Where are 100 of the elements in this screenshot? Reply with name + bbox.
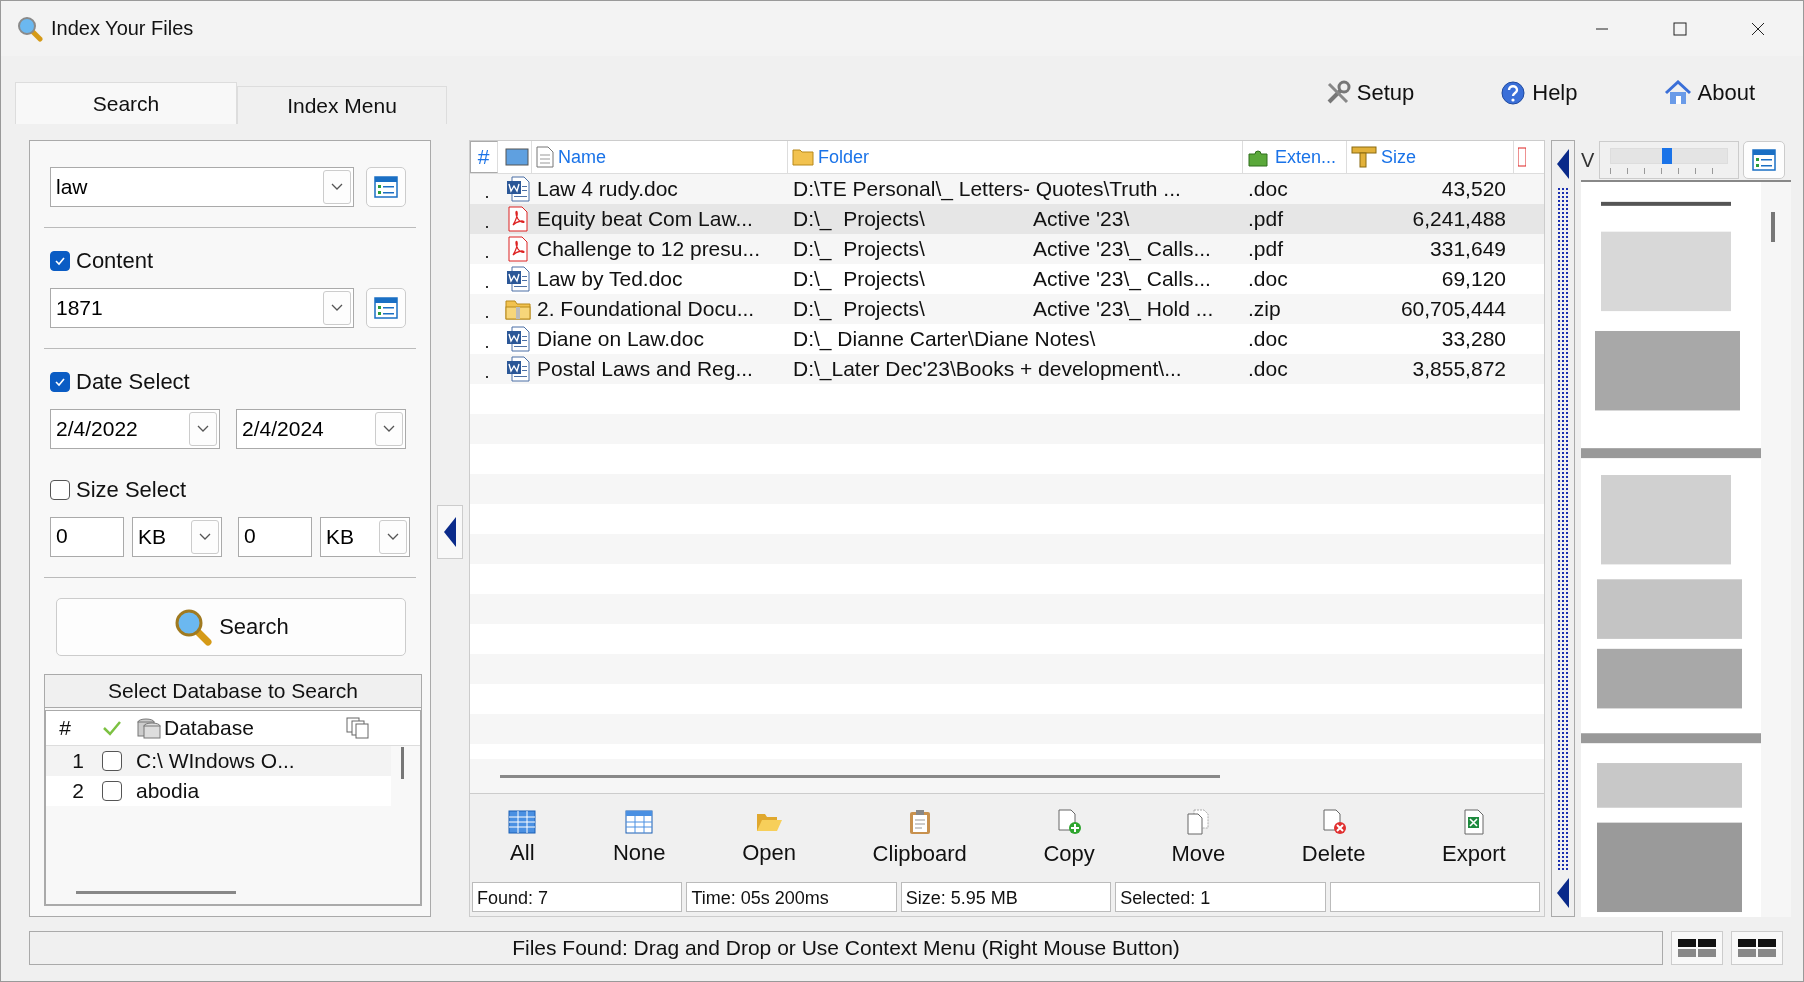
caret-icon bbox=[197, 425, 209, 433]
checkbox[interactable] bbox=[102, 781, 122, 801]
column-header[interactable]: Name bbox=[532, 141, 788, 173]
zoom-slider[interactable] bbox=[1610, 148, 1728, 164]
caret-icon bbox=[383, 425, 395, 433]
zip-folder-icon bbox=[504, 297, 531, 321]
word-document-icon bbox=[505, 266, 530, 292]
checkbox[interactable] bbox=[50, 480, 70, 500]
status-field: Found: 7 bbox=[472, 882, 683, 912]
table-cell-text: Challenge to 12 presu... bbox=[536, 237, 761, 261]
database-name[interactable]: C:\ WIndows O... bbox=[130, 749, 346, 773]
section-header: Select Database to Search bbox=[45, 675, 421, 708]
maximize-icon[interactable] bbox=[1673, 21, 1687, 36]
search-field[interactable]: law bbox=[50, 167, 354, 207]
table-cell-text: 43,520 bbox=[1440, 177, 1507, 201]
unit-dropdown[interactable]: KB bbox=[320, 517, 410, 557]
table-row[interactable]: Postal Laws and Reg... D:\_Later Dec'23\Books + development\... .doc 3,855,872 bbox=[470, 354, 1544, 384]
list-button[interactable] bbox=[1743, 141, 1785, 179]
clipboard-button[interactable]: Clipboard bbox=[866, 805, 973, 871]
collapse-arrow-icon[interactable] bbox=[1555, 876, 1571, 910]
table-cell-text: 60,705,444 bbox=[1399, 297, 1507, 321]
table-icon bbox=[625, 810, 654, 834]
column-header[interactable]: Size bbox=[1347, 141, 1514, 173]
checkbox[interactable] bbox=[50, 372, 70, 392]
checkbox[interactable] bbox=[50, 251, 70, 271]
checkbox-label: Date Select bbox=[76, 369, 190, 395]
status-bar: Files Found: Drag and Drop or Use Context Menu (Right Mouse Button) bbox=[29, 931, 1663, 965]
caret-icon bbox=[387, 533, 399, 541]
table-cell-text: 2. Foundational Docu... bbox=[536, 297, 756, 321]
collapse-arrow-icon[interactable] bbox=[1555, 147, 1571, 181]
table-cell-text: Law by Ted.doc bbox=[536, 267, 684, 291]
move-button[interactable]: Move bbox=[1165, 805, 1232, 871]
about-button[interactable]: About bbox=[1655, 76, 1763, 110]
table-cell-text: D:\_ Dianne Carter\Diane Notes\ bbox=[792, 327, 1097, 351]
none-button[interactable]: None bbox=[606, 806, 672, 870]
table-row[interactable]: 2. Foundational Docu... D:\_ Projects\ Active '23\_ Hold ... .zip 60,705,444 bbox=[470, 294, 1544, 324]
caret-icon bbox=[331, 183, 343, 191]
column-header[interactable]: Folder bbox=[788, 141, 1243, 173]
table-row[interactable]: Challenge to 12 presu... D:\_ Projects\ Active '23\_ Calls... .pdf 331,649 bbox=[470, 234, 1544, 264]
table-cell-text: Law 4 rudy.doc bbox=[536, 177, 679, 201]
collapse-button[interactable] bbox=[437, 504, 463, 559]
size-field[interactable]: 0 bbox=[238, 517, 312, 557]
table-cell-text: D:\_ Projects\ Active '23\_ Hold ... bbox=[792, 297, 1215, 321]
scrollbar[interactable] bbox=[76, 891, 236, 894]
tab[interactable]: Search bbox=[15, 82, 237, 124]
table-cell-text: Postal Laws and Reg... bbox=[536, 357, 754, 381]
checkbox-label: Size Select bbox=[76, 477, 187, 503]
table-row[interactable]: Equity beat Com Law... D:\_ Projects\ Active '23\ .pdf 6,241,488 bbox=[470, 204, 1544, 234]
layout-button[interactable] bbox=[1731, 931, 1783, 965]
scrollbar[interactable] bbox=[1771, 212, 1775, 242]
column-header[interactable]: Exten... bbox=[1243, 141, 1347, 173]
checkbox[interactable] bbox=[102, 751, 122, 771]
list-button[interactable] bbox=[366, 288, 406, 328]
content-field[interactable]: 1871 bbox=[50, 288, 354, 328]
copy-button[interactable]: Copy bbox=[1037, 805, 1101, 871]
table-cell-text: 6,241,488 bbox=[1411, 207, 1507, 231]
table-cell-text: Diane on Law.doc bbox=[536, 327, 705, 351]
close-icon[interactable] bbox=[1751, 21, 1765, 36]
word-document-icon bbox=[505, 356, 530, 382]
search-button[interactable]: Search bbox=[56, 598, 406, 656]
scrollbar[interactable] bbox=[500, 774, 1220, 778]
unit-dropdown[interactable]: KB bbox=[132, 517, 222, 557]
folder-icon bbox=[792, 148, 814, 166]
zoom-label: V bbox=[1581, 148, 1595, 172]
database-name[interactable]: abodia bbox=[130, 779, 346, 803]
scrollbar[interactable] bbox=[401, 747, 404, 779]
setup-button[interactable]: Setup bbox=[1316, 76, 1423, 110]
delete-button[interactable]: Delete bbox=[1295, 805, 1372, 871]
table-cell-text: D:\_ Projects\ Active '23\_ Calls... bbox=[792, 237, 1212, 261]
table-row[interactable]: Law 4 rudy.doc D:\TE Personal\_ Letters- Quotes\Truth ... .doc 43,520 bbox=[470, 174, 1544, 204]
splitter[interactable] bbox=[1551, 140, 1575, 917]
column-header[interactable]: # bbox=[46, 716, 94, 740]
status-field: Size: 5.95 MB bbox=[900, 882, 1112, 912]
all-button[interactable]: All bbox=[502, 806, 543, 870]
open-button[interactable]: Open bbox=[736, 806, 802, 870]
date-field[interactable]: 2/4/2022 bbox=[50, 409, 220, 449]
list-icon bbox=[374, 297, 398, 319]
date-field[interactable]: 2/4/2024 bbox=[236, 409, 406, 449]
search-icon bbox=[173, 607, 214, 647]
table-cell-text: D:\_ Projects\ Active '23\_ Calls... bbox=[792, 267, 1212, 291]
monitor-icon bbox=[504, 148, 529, 166]
column-header[interactable]: # bbox=[470, 141, 498, 173]
table-cell-text: .pdf bbox=[1247, 237, 1285, 261]
list-button[interactable] bbox=[366, 167, 406, 207]
copy-icon bbox=[346, 717, 370, 739]
help-button[interactable]: Help bbox=[1492, 76, 1586, 110]
table-cell-text: Equity beat Com Law... bbox=[536, 207, 754, 231]
pdf-icon bbox=[506, 236, 529, 262]
export-button[interactable]: Export bbox=[1436, 805, 1512, 871]
size-field[interactable]: 0 bbox=[50, 517, 124, 557]
tab[interactable]: Index Menu bbox=[237, 86, 447, 124]
layout-button[interactable] bbox=[1671, 931, 1723, 965]
help-icon bbox=[1500, 80, 1527, 106]
document-icon bbox=[1518, 147, 1526, 167]
checkmark-icon bbox=[102, 720, 122, 736]
house-icon bbox=[1663, 80, 1692, 106]
clipboard-icon bbox=[907, 809, 932, 835]
ruler-icon bbox=[1351, 146, 1377, 168]
column-header[interactable]: Database bbox=[130, 716, 346, 740]
table-cell-text: .pdf bbox=[1247, 207, 1285, 231]
